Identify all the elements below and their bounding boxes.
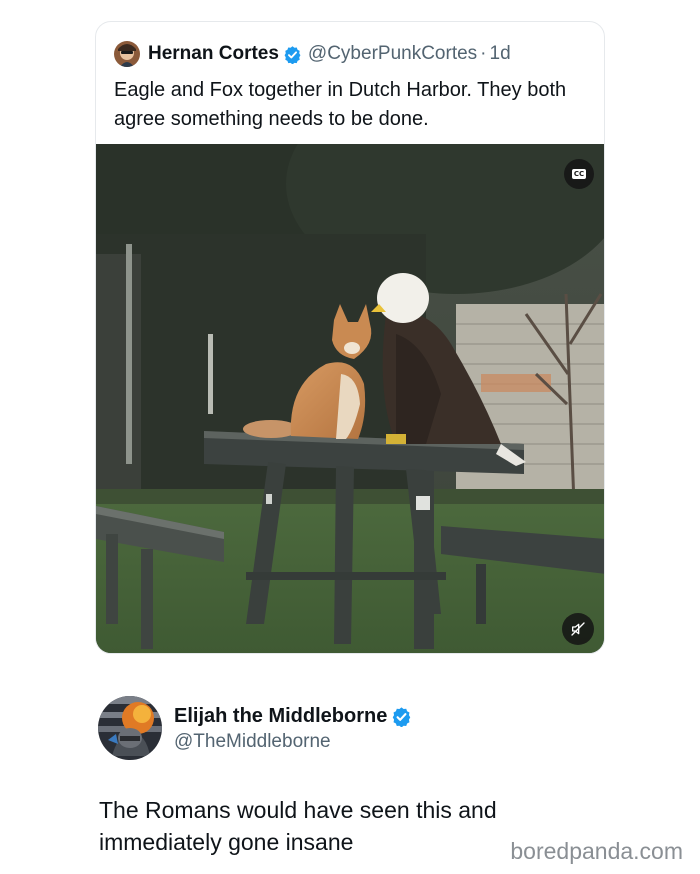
speaker-muted-icon	[570, 621, 586, 637]
quoted-tweet-header: Hernan Cortes @CyberPunkCortes · 1d	[114, 40, 511, 68]
watermark: boredpanda.com	[510, 838, 683, 864]
reply-tweet-text: The Romans would have seen this and imme…	[99, 797, 497, 855]
reply-author-handle[interactable]: @TheMiddleborne	[174, 731, 331, 753]
verified-badge-icon	[391, 706, 412, 727]
captions-icon: CC	[571, 169, 587, 179]
mute-button[interactable]	[562, 613, 594, 645]
reply-author-row: Elijah the Middleborne	[174, 703, 412, 729]
author-handle[interactable]: @CyberPunkCortes	[308, 43, 477, 65]
video-player[interactable]: CC	[96, 144, 604, 653]
reply-avatar[interactable]	[98, 696, 162, 760]
avatar[interactable]	[114, 41, 140, 67]
captions-button[interactable]: CC	[564, 159, 594, 189]
separator-dot: ·	[480, 43, 487, 64]
quoted-tweet-card[interactable]: Hernan Cortes @CyberPunkCortes · 1d Eagl…	[95, 21, 605, 654]
timestamp[interactable]: 1d	[490, 43, 511, 65]
verified-badge-icon	[283, 45, 302, 64]
quoted-tweet-text: Eagle and Fox together in Dutch Harbor. …	[114, 79, 567, 130]
author-name[interactable]: Hernan Cortes	[148, 43, 279, 65]
reply-author-name[interactable]: Elijah the Middleborne	[174, 705, 387, 728]
video-frame-image	[96, 144, 604, 653]
